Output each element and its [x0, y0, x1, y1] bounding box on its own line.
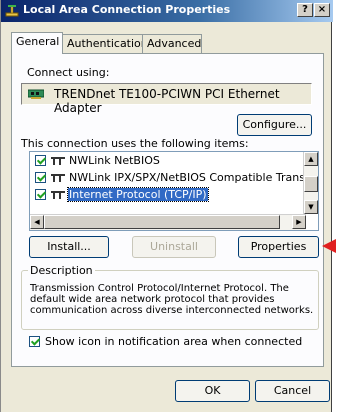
adapter-field: TRENDnet TE100-PCIWN PCI Ethernet Adapte…	[21, 83, 312, 115]
description-group: Description Transmission Control Protoco…	[21, 264, 319, 330]
items-label: This connection uses the following items…	[21, 137, 249, 150]
description-title: Description	[28, 264, 95, 277]
description-text: Transmission Control Protocol/Internet P…	[30, 283, 314, 316]
protocol-icon	[51, 174, 65, 182]
adapter-name: TRENDnet TE100-PCIWN PCI Ethernet Adapte…	[54, 87, 280, 115]
list-item-nwlink-ipx-spx[interactable]: NWLink IPX/SPX/NetBIOS Compatible Transp…	[32, 170, 306, 186]
uninstall-button[interactable]: Uninstall	[132, 236, 216, 258]
connect-using-label: Connect using:	[27, 66, 110, 79]
scroll-left-icon[interactable]: ◀	[30, 215, 44, 229]
tab-general[interactable]: General	[11, 32, 63, 54]
item-label: NWLink NetBIOS	[69, 154, 160, 167]
item-label: Internet Protocol (TCP/IP)	[67, 187, 209, 202]
window-title: Local Area Connection Properties	[23, 3, 231, 16]
protocol-icon	[51, 191, 65, 199]
close-button[interactable]: ×	[314, 3, 330, 17]
cancel-button[interactable]: Cancel	[255, 380, 330, 402]
item-label: NWLink IPX/SPX/NetBIOS Compatible Transp…	[69, 171, 306, 184]
scroll-right-icon[interactable]: ▶	[292, 215, 306, 229]
scroll-down-icon[interactable]: ▼	[304, 200, 318, 214]
item-checkbox[interactable]	[35, 172, 46, 183]
install-button[interactable]: Install...	[29, 236, 109, 258]
tab-advanced[interactable]: Advanced	[142, 34, 202, 53]
ok-button[interactable]: OK	[175, 380, 250, 402]
properties-button[interactable]: Properties	[238, 236, 319, 258]
scroll-up-icon[interactable]: ▲	[304, 152, 318, 166]
item-checkbox[interactable]	[35, 189, 46, 200]
network-connection-icon	[5, 5, 19, 17]
configure-button[interactable]: Configure...	[237, 114, 312, 136]
tab-authentication[interactable]: Authentication	[62, 34, 148, 53]
annotation-arrow-icon	[322, 239, 336, 253]
vertical-scrollbar[interactable]: ▲ ▼	[303, 152, 318, 214]
help-button[interactable]: ?	[297, 3, 313, 17]
horizontal-scroll-thumb[interactable]	[44, 215, 280, 229]
horizontal-scrollbar[interactable]: ◀ ▶	[30, 214, 306, 230]
show-icon-checkbox[interactable]	[29, 336, 40, 347]
components-list[interactable]: NWLink NetBIOS NWLink IPX/SPX/NetBIOS Co…	[29, 151, 319, 231]
properties-window: Local Area Connection Properties ? × Gen…	[0, 0, 333, 412]
protocol-icon	[51, 157, 65, 165]
network-adapter-icon	[28, 89, 44, 99]
title-bar[interactable]: Local Area Connection Properties ? ×	[1, 0, 333, 22]
show-icon-label: Show icon in notification area when conn…	[45, 335, 303, 348]
list-item-internet-protocol[interactable]: Internet Protocol (TCP/IP)	[32, 187, 306, 203]
list-item-nwlink-netbios[interactable]: NWLink NetBIOS	[32, 153, 306, 169]
scroll-thumb[interactable]	[304, 176, 318, 192]
item-checkbox[interactable]	[35, 155, 46, 166]
